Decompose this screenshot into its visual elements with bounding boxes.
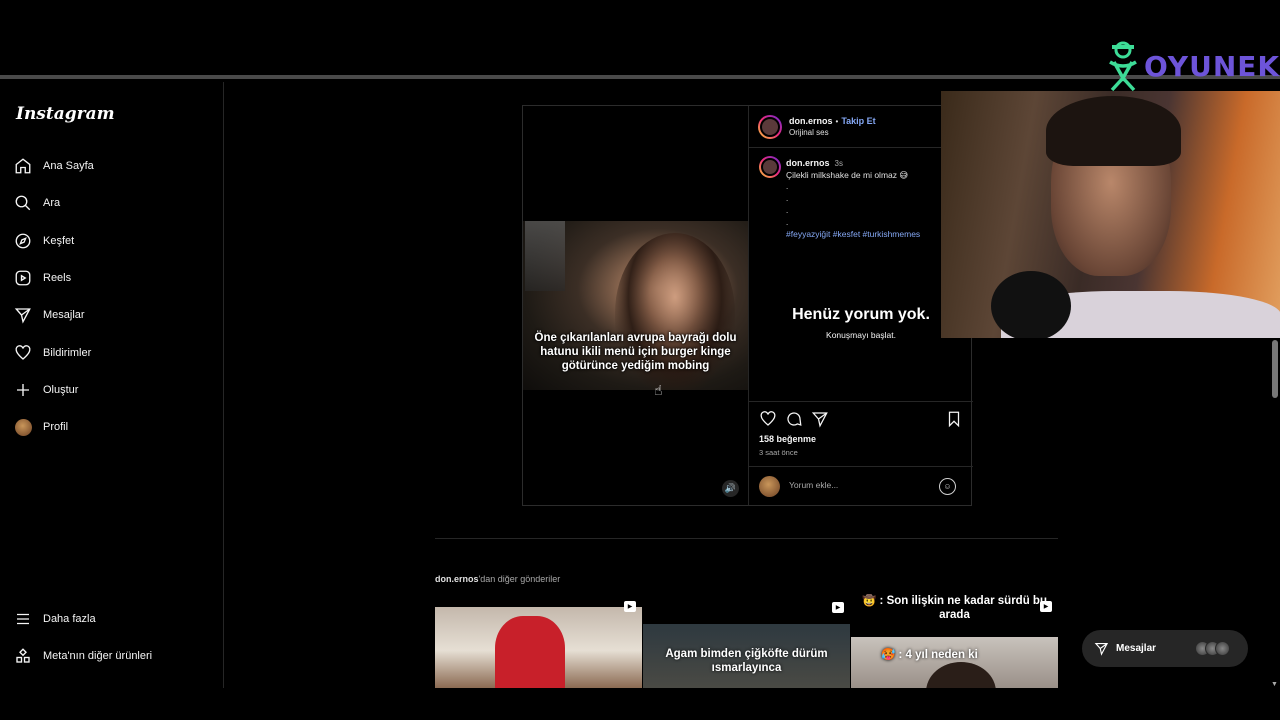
post-thumbnail[interactable]: 🤠 : Son ilişkin ne kadar sürdü bu arada …	[851, 594, 1058, 688]
sidebar-item-label: Meta'nın diğer ürünleri	[43, 650, 153, 662]
share-icon[interactable]	[811, 410, 829, 428]
more-posts-grid: ▶ Agam bimden çiğköfte dürüm ısmarlayınc…	[435, 594, 1058, 688]
heart-icon	[14, 344, 32, 362]
sidebar-item-label: Bildirimler	[43, 347, 92, 359]
post-side-panel: don.ernos • Takip Et Orijinal ses don.er…	[748, 106, 973, 505]
pointer-icon: ☝	[654, 382, 663, 398]
sidebar: Instagram Ana Sayfa Ara Keşfet Reels Mes…	[0, 82, 224, 688]
scrollbar[interactable]: ▼	[1270, 338, 1280, 688]
instagram-logo[interactable]: Instagram	[16, 104, 115, 124]
comment-icon[interactable]	[785, 410, 803, 428]
sidebar-item-label: Keşfet	[43, 235, 75, 247]
menu-icon	[14, 610, 32, 628]
comment-input[interactable]	[789, 480, 929, 490]
logo-mascot-icon	[1109, 41, 1137, 92]
video-caption: Öne çıkarılanları avrupa bayrağı dolu ha…	[534, 332, 737, 372]
more-posts-user[interactable]: don.ernos	[435, 574, 479, 584]
post-header: don.ernos • Takip Et Orijinal ses	[749, 106, 973, 148]
scrollbar-thumb[interactable]	[1272, 340, 1278, 398]
post-time: 3 saat önce	[759, 448, 798, 457]
sidebar-item-label: Ara	[43, 197, 61, 209]
messages-button[interactable]: Mesajlar	[1082, 630, 1248, 667]
sidebar-item-explore[interactable]: Keşfet	[14, 227, 74, 255]
sidebar-item-label: Mesajlar	[43, 309, 85, 321]
messages-label: Mesajlar	[1116, 643, 1157, 654]
caption-time: 3s	[834, 159, 843, 168]
post-thumbnail[interactable]: Agam bimden çiğköfte dürüm ısmarlayınca …	[643, 594, 850, 688]
plus-icon	[14, 381, 32, 399]
sidebar-item-label: Reels	[43, 272, 72, 284]
volume-icon[interactable]: 🔊	[722, 480, 739, 497]
logo-text: OYUNEKS	[1144, 49, 1280, 83]
sidebar-item-label: Oluştur	[43, 384, 79, 396]
thumbnail-caption: Agam bimden çiğköfte dürüm ısmarlayınca	[665, 648, 828, 674]
scroll-down-arrow-icon[interactable]: ▼	[1271, 681, 1278, 688]
sidebar-item-label: Ana Sayfa	[43, 160, 94, 172]
avatar	[14, 418, 32, 436]
caption-username[interactable]: don.ernos	[786, 158, 830, 168]
avatar	[759, 476, 780, 497]
sidebar-item-create[interactable]: Oluştur	[14, 376, 78, 404]
no-comments-title: Henüz yorum yok.	[792, 306, 930, 323]
sidebar-item-profile[interactable]: Profil	[14, 413, 68, 441]
more-posts-heading: don.ernos'dan diğer gönderiler	[435, 574, 561, 584]
post-card: Öne çıkarılanları avrupa bayrağı dolu ha…	[522, 105, 973, 506]
like-count[interactable]: 158 beğenme	[759, 434, 816, 444]
sidebar-item-search[interactable]: Ara	[14, 189, 60, 217]
sidebar-item-meta-products[interactable]: Meta'nın diğer ürünleri	[14, 642, 152, 670]
recent-chat-avatars	[1195, 641, 1230, 656]
post-video[interactable]: Öne çıkarılanları avrupa bayrağı dolu ha…	[523, 106, 748, 505]
top-divider	[0, 75, 1280, 79]
separator-dot: •	[835, 116, 839, 126]
caption-dots: . . . .	[786, 182, 789, 227]
no-comments-subtitle: Konuşmayı başlat.	[826, 330, 896, 340]
comment-box: ☺	[749, 466, 973, 505]
bookmark-icon[interactable]	[945, 410, 963, 428]
caption-text: Çilekli milkshake de mi olmaz 😅	[786, 170, 909, 180]
home-icon	[14, 157, 32, 175]
sidebar-item-more[interactable]: Daha fazla	[14, 605, 96, 633]
audio-label[interactable]: Orijinal ses	[789, 128, 829, 137]
post-thumbnail[interactable]: ▶	[435, 594, 642, 688]
author-avatar[interactable]	[758, 115, 782, 139]
emoji-icon[interactable]: ☺	[939, 478, 956, 495]
compass-icon	[14, 232, 32, 250]
reel-icon: ▶	[832, 602, 844, 613]
thumbnail-caption: 🤠 : Son ilişkin ne kadar sürdü bu arada	[862, 595, 1047, 621]
sidebar-item-notifications[interactable]: Bildirimler	[14, 339, 91, 367]
sidebar-item-home[interactable]: Ana Sayfa	[14, 152, 94, 180]
search-icon	[14, 194, 32, 212]
video-frame[interactable]: Öne çıkarılanları avrupa bayrağı dolu ha…	[523, 221, 748, 390]
hashtags[interactable]: #feyyazyiğit #kesfet #turkishmemes	[786, 229, 920, 239]
author-username[interactable]: don.ernos	[789, 116, 833, 126]
microphone-icon	[991, 271, 1071, 338]
top-bar	[0, 0, 1280, 76]
sidebar-item-messages[interactable]: Mesajlar	[14, 301, 85, 329]
streamer-webcam	[941, 91, 1280, 338]
sidebar-item-label: Daha fazla	[43, 613, 96, 625]
sidebar-item-label: Profil	[43, 421, 69, 433]
meta-products-icon	[14, 647, 32, 665]
reels-icon	[14, 269, 32, 287]
thumbnail-caption-2: 🥵 : 4 yıl neden ki	[881, 649, 978, 661]
messages-icon	[14, 306, 32, 324]
sidebar-item-reels[interactable]: Reels	[14, 264, 71, 292]
stream-logo: OYUNEKS	[1104, 40, 1280, 92]
reel-icon: ▶	[1040, 601, 1052, 612]
post-actions: 158 beğenme 3 saat önce	[749, 401, 973, 466]
follow-button[interactable]: Takip Et	[841, 116, 875, 126]
messages-icon	[1094, 642, 1109, 656]
caption-avatar[interactable]	[759, 156, 781, 178]
section-divider	[435, 538, 1058, 539]
reel-icon: ▶	[624, 601, 636, 612]
like-icon[interactable]	[759, 410, 777, 428]
